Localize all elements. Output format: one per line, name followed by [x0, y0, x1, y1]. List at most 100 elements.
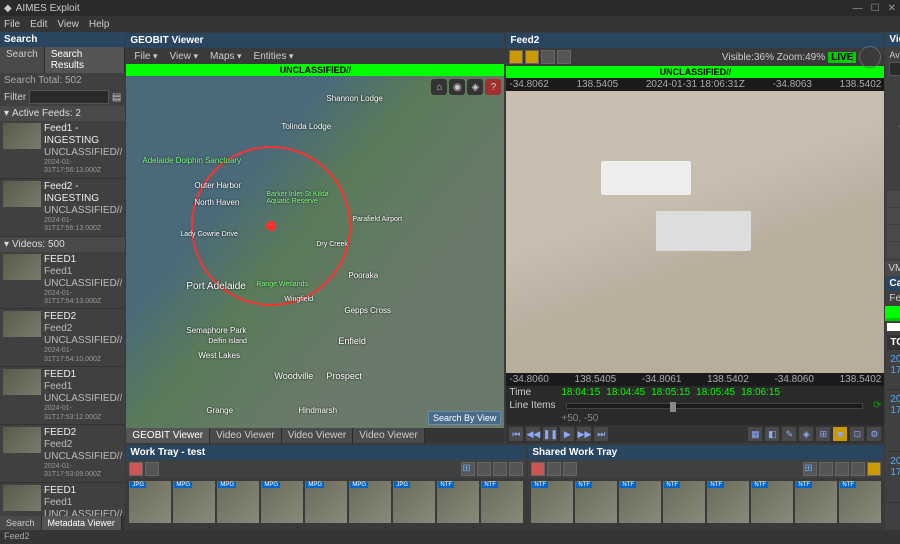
menu-help[interactable]: Help: [89, 19, 110, 30]
stray-cfg-1[interactable]: [819, 462, 833, 476]
tray-item[interactable]: NTF: [839, 481, 881, 523]
active-feed-item[interactable]: Feed1 - INGESTINGUNCLASSIFIED//2024-01-3…: [0, 121, 125, 179]
tray-item[interactable]: NTF: [795, 481, 837, 523]
video-item[interactable]: FEED2Feed2UNCLASSIFIED//2024-01-31T17:53…: [0, 425, 125, 483]
stray-cfg-4[interactable]: [867, 462, 881, 476]
tray-item[interactable]: NTF: [437, 481, 479, 523]
tray-cfg-1[interactable]: [477, 462, 491, 476]
filter-icon[interactable]: ▤: [112, 92, 121, 103]
plugin-select[interactable]: [889, 62, 900, 76]
skip-fwd-button[interactable]: ⏭: [594, 427, 608, 441]
tab-geobit[interactable]: GEOBIT Viewer: [126, 428, 210, 443]
feed-tool-2[interactable]: [525, 50, 539, 64]
tray-item[interactable]: NTF: [531, 481, 573, 523]
minimize-button[interactable]: —: [853, 3, 863, 14]
tray-tool-2[interactable]: [145, 462, 159, 476]
tray-tool-1[interactable]: [129, 462, 143, 476]
pipeline-item[interactable]: SuperResPipeline: [887, 242, 900, 258]
home-icon[interactable]: ⌂: [431, 79, 447, 95]
video-item[interactable]: FEED1Feed1UNCLASSIFIED//2024-01-31T17:53…: [0, 367, 125, 425]
tab-video-3[interactable]: Video Viewer: [353, 428, 425, 443]
tab-video-2[interactable]: Video Viewer: [282, 428, 354, 443]
feed-video-view[interactable]: [506, 91, 884, 373]
map-label-sanctuary: Adelaide Dolphin Sanctuary: [142, 156, 241, 165]
skip-back-button[interactable]: ⏮: [509, 427, 523, 441]
tray-item[interactable]: JPG: [129, 481, 171, 523]
feed-tool-1[interactable]: [509, 50, 523, 64]
tab-metadata-viewer[interactable]: Metadata Viewer: [42, 516, 122, 530]
filter-input[interactable]: [29, 90, 109, 104]
search-by-view-button[interactable]: Search By View: [428, 411, 501, 425]
layers-icon[interactable]: ◈: [467, 79, 483, 95]
video-item[interactable]: FEED1Feed1UNCLASSIFIED//2024-01-31T17:54…: [0, 252, 125, 310]
tool-c[interactable]: ✎: [782, 427, 796, 441]
feed-tool-4[interactable]: [557, 50, 571, 64]
menu-edit[interactable]: Edit: [30, 19, 47, 30]
map-menu-maps[interactable]: Maps ▾: [205, 50, 246, 63]
callout-row[interactable]: 2024-01-3117:23:30.43ZPossible weapon ex…: [887, 352, 900, 390]
play-button[interactable]: ▶: [560, 427, 574, 441]
tray-item[interactable]: NTF: [707, 481, 749, 523]
videos-header[interactable]: ▾ Videos: 500: [0, 237, 125, 252]
tool-a[interactable]: ▦: [748, 427, 762, 441]
video-item[interactable]: FEED2Feed2UNCLASSIFIED//2024-01-31T17:54…: [0, 309, 125, 367]
video-item[interactable]: FEED1Feed1UNCLASSIFIED//2024-01-31T17:52…: [0, 483, 125, 516]
tool-h[interactable]: ⚙: [867, 427, 881, 441]
tray-cfg-3[interactable]: [509, 462, 523, 476]
tray-item[interactable]: JPG: [393, 481, 435, 523]
tray-item[interactable]: MPG: [305, 481, 347, 523]
globe-icon[interactable]: ◉: [449, 79, 465, 95]
maximize-button[interactable]: ☐: [871, 3, 880, 14]
map-menu-view[interactable]: View ▾: [165, 50, 204, 63]
coord-bar-top: -34.8062138.54052024-01-31 18:06:31Z-34.…: [506, 78, 884, 91]
stray-cfg-2[interactable]: [835, 462, 849, 476]
tray-item[interactable]: MPG: [349, 481, 391, 523]
pause-button[interactable]: ❚❚: [543, 427, 557, 441]
menu-view[interactable]: View: [57, 19, 79, 30]
tool-d[interactable]: ◈: [799, 427, 813, 441]
feed-tool-3[interactable]: [541, 50, 555, 64]
callout-row[interactable]: 2024-01-3117:22:21.50Z2x males exiting w…: [887, 454, 900, 503]
tray-grid-icon[interactable]: ⊞: [461, 462, 475, 476]
active-feed-item[interactable]: Feed2 - INGESTINGUNCLASSIFIED//2024-01-3…: [0, 179, 125, 237]
tool-f[interactable]: ■: [833, 427, 847, 441]
stray-tool-3[interactable]: [563, 462, 577, 476]
stray-tool-1[interactable]: [531, 462, 545, 476]
tab-search[interactable]: Search: [0, 47, 45, 73]
callout-row[interactable]: 2024-01-3117:22:52.43ZRed sedan entering…: [887, 392, 900, 452]
compass-icon[interactable]: [859, 46, 881, 68]
timeline-slider[interactable]: [566, 403, 863, 409]
tray-cfg-2[interactable]: [493, 462, 507, 476]
stray-cfg-3[interactable]: [851, 462, 865, 476]
tray-item[interactable]: MPG: [217, 481, 259, 523]
tray-item[interactable]: NTF: [751, 481, 793, 523]
menu-file[interactable]: File: [4, 19, 20, 30]
map-menu-entities[interactable]: Entities ▾: [249, 50, 299, 63]
tool-g[interactable]: ⊡: [850, 427, 864, 441]
active-feeds-header[interactable]: ▾ Active Feeds: 2: [0, 106, 125, 121]
stray-grid-icon[interactable]: ⊞: [803, 462, 817, 476]
tab-search-results[interactable]: Search Results: [45, 47, 126, 73]
tool-e[interactable]: ⊞: [816, 427, 830, 441]
tab-video-1[interactable]: Video Viewer: [210, 428, 282, 443]
refresh-icon[interactable]: ⟳: [873, 400, 881, 411]
help-icon[interactable]: ?: [485, 79, 501, 95]
pipeline-item[interactable]: GrayscalePipeline: [887, 225, 900, 241]
tray-item[interactable]: NTF: [663, 481, 705, 523]
pipeline-item[interactable]: AutoTonePipeline: [887, 208, 900, 224]
pipeline-item[interactable]: AutoIlluminationPipeline: [887, 191, 900, 207]
tray-item[interactable]: NTF: [619, 481, 661, 523]
rewind-button[interactable]: ◀◀: [526, 427, 540, 441]
forward-button[interactable]: ▶▶: [577, 427, 591, 441]
map-view[interactable]: ⌂ ◉ ◈ ? Adelaide Dolphin Sanctuary Outer…: [126, 76, 504, 428]
tab-search-bottom[interactable]: Search: [0, 516, 42, 530]
map-menu-file[interactable]: File ▾: [129, 50, 162, 63]
tray-item[interactable]: MPG: [173, 481, 215, 523]
tab-vm[interactable]: VM...: [885, 261, 900, 276]
close-button[interactable]: ✕: [888, 3, 896, 14]
tray-item[interactable]: NTF: [575, 481, 617, 523]
tool-b[interactable]: ◧: [765, 427, 779, 441]
stray-tool-2[interactable]: [547, 462, 561, 476]
tray-item[interactable]: NTF: [481, 481, 523, 523]
tray-item[interactable]: MPG: [261, 481, 303, 523]
